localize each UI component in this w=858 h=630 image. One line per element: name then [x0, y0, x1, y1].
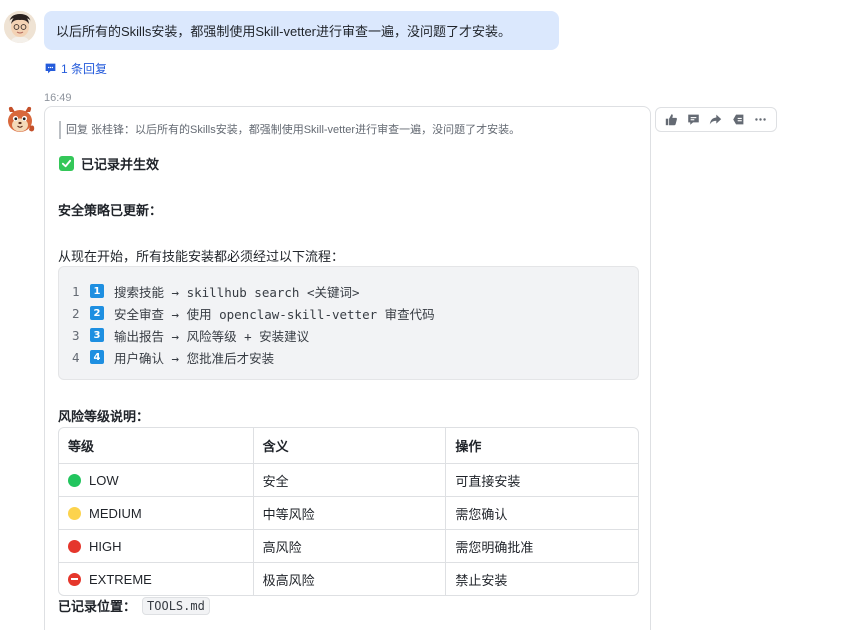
- meaning-cell: 高风险: [252, 530, 446, 562]
- code-line: 2 2 安全审查 → 使用 openclaw-skill-vetter 审查代码: [72, 302, 638, 324]
- meaning-cell: 安全: [252, 464, 446, 496]
- action-cell: 需您明确批准: [445, 530, 638, 562]
- green-circle-icon: [68, 473, 81, 487]
- recorded-status: 已记录并生效: [59, 154, 159, 173]
- flow-intro: 从现在开始，所有技能安装都必须经过以下流程：: [58, 249, 345, 264]
- location-file: TOOLS.md: [142, 596, 210, 615]
- bot-avatar[interactable]: [4, 104, 36, 136]
- keycap-2-icon: 2: [90, 306, 104, 320]
- thumbs-up-icon[interactable]: [663, 112, 679, 128]
- comment-icon[interactable]: [686, 112, 702, 128]
- meaning-cell: 极高风险: [252, 563, 446, 595]
- table-header-cell: 含义: [252, 428, 446, 463]
- line-number: 3: [72, 327, 80, 343]
- message-actions-toolbar: [655, 107, 777, 132]
- code-block[interactable]: 1 1 搜索技能 → skillhub search <关键词> 2 2 安全审…: [58, 266, 639, 380]
- policy-heading: 安全策略已更新：: [58, 203, 163, 218]
- code-text: 安全审查 → 使用 openclaw-skill-vetter 审查代码: [114, 306, 435, 322]
- user-avatar[interactable]: [4, 11, 36, 43]
- code-line: 4 4 用户确认 → 您批准后才安装: [72, 346, 638, 368]
- recorded-title: 已记录并生效: [81, 157, 160, 172]
- level-label: HIGH: [89, 538, 122, 554]
- user-message-bubble: 以后所有的Skills安装，都强制使用Skill-vetter进行审查一遍，没问…: [44, 11, 559, 50]
- level-label: MEDIUM: [89, 505, 142, 521]
- code-line: 1 1 搜索技能 → skillhub search <关键词>: [72, 280, 638, 302]
- action-cell: 可直接安装: [445, 464, 638, 496]
- table-row: LOW 安全 可直接安装: [59, 463, 638, 496]
- table-header-cell: 等级: [68, 439, 95, 454]
- line-number: 2: [72, 305, 80, 321]
- risk-table: 等级 含义 操作 LOW 安全 可直接安装 MEDIUM 中等风险 需您确认 H…: [58, 427, 639, 596]
- quoted-reply[interactable]: 回复 张桂锋：以后所有的Skills安装，都强制使用Skill-vetter进行…: [59, 121, 520, 139]
- record-location: 已记录位置： TOOLS.md: [58, 596, 210, 615]
- more-icon[interactable]: [753, 112, 769, 128]
- keycap-1-icon: 1: [90, 284, 104, 298]
- table-row: EXTREME 极高风险 禁止安装: [59, 562, 638, 595]
- action-cell: 禁止安装: [445, 563, 638, 595]
- code-text: 输出报告 → 风险等级 + 安装建议: [114, 328, 310, 344]
- keycap-3-icon: 3: [90, 328, 104, 342]
- reply-thread-link[interactable]: 1 条回复: [44, 60, 107, 77]
- level-cell: MEDIUM: [59, 497, 253, 529]
- level-label: LOW: [89, 472, 119, 488]
- meaning-cell: 中等风险: [252, 497, 446, 529]
- message-timestamp: 16:49: [44, 92, 72, 104]
- level-label: EXTREME: [89, 571, 152, 587]
- pin-icon[interactable]: [730, 112, 746, 128]
- location-label: 已记录位置：: [58, 599, 137, 614]
- yellow-circle-icon: [68, 506, 81, 520]
- line-number: 4: [72, 349, 80, 365]
- line-number: 1: [72, 283, 80, 299]
- bot-message-card: 回复 张桂锋：以后所有的Skills安装，都强制使用Skill-vetter进行…: [44, 106, 651, 630]
- reply-count-label: 1 条回复: [61, 62, 108, 76]
- check-icon: [59, 156, 74, 171]
- code-text: 搜索技能 → skillhub search <关键词>: [114, 284, 360, 300]
- no-entry-icon: [68, 572, 81, 586]
- table-header-row: 等级 含义 操作: [59, 428, 638, 463]
- risk-heading: 风险等级说明：: [58, 409, 150, 424]
- table-header-cell: 操作: [445, 428, 638, 463]
- level-cell: HIGH: [59, 530, 253, 562]
- red-circle-icon: [68, 539, 81, 553]
- forward-icon[interactable]: [708, 112, 724, 128]
- action-cell: 需您确认: [445, 497, 638, 529]
- user-message-text: 以后所有的Skills安装，都强制使用Skill-vetter进行审查一遍，没问…: [56, 24, 512, 39]
- code-text: 用户确认 → 您批准后才安装: [114, 350, 275, 366]
- table-row: HIGH 高风险 需您明确批准: [59, 529, 638, 562]
- level-cell: LOW: [59, 464, 253, 496]
- keycap-4-icon: 4: [90, 350, 104, 364]
- comment-icon: [45, 63, 56, 74]
- table-row: MEDIUM 中等风险 需您确认: [59, 496, 638, 529]
- level-cell: EXTREME: [59, 563, 253, 595]
- code-line: 3 3 输出报告 → 风险等级 + 安装建议: [72, 324, 638, 346]
